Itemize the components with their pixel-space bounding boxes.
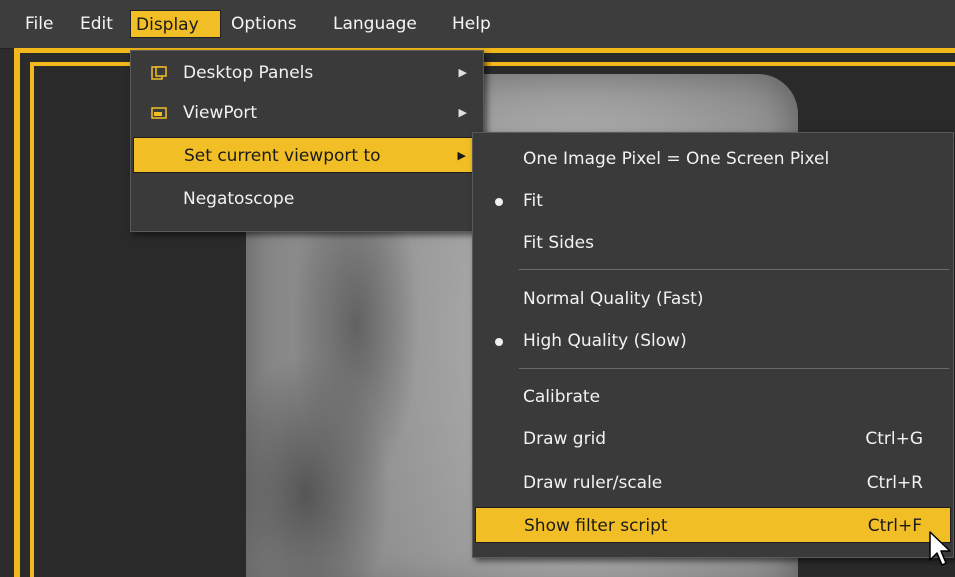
menu-item-label: Negatoscope <box>183 189 295 209</box>
viewport-icon <box>151 107 167 119</box>
submenu-item-label: Calibrate <box>523 387 601 407</box>
submenu-arrow-icon: ▶ <box>458 66 467 79</box>
menu-language[interactable]: Language <box>328 10 422 38</box>
menu-item-desktop-panels[interactable]: Desktop Panels ▶ <box>133 55 481 91</box>
menu-display[interactable]: Display <box>130 10 221 38</box>
submenu-item-label: Draw grid <box>523 429 607 449</box>
submenu-arrow-icon: ▶ <box>458 106 467 119</box>
submenu-item-draw-grid[interactable]: Draw grid Ctrl+G <box>475 421 951 457</box>
menu-item-set-current-viewport[interactable]: Set current viewport to ▶ <box>133 137 481 173</box>
submenu-item-label: One Image Pixel = One Screen Pixel <box>523 149 830 169</box>
submenu-item-label: Draw ruler/scale <box>523 473 663 493</box>
menu-item-negatoscope[interactable]: Negatoscope <box>133 181 481 217</box>
submenu-item-label: Normal Quality (Fast) <box>523 289 704 309</box>
submenu-item-fit[interactable]: Fit <box>475 183 951 219</box>
radio-bullet-icon <box>495 198 503 206</box>
panels-icon <box>151 66 167 80</box>
menu-file[interactable]: File <box>20 10 58 38</box>
submenu-item-high-quality[interactable]: High Quality (Slow) <box>475 323 951 359</box>
viewport-submenu: One Image Pixel = One Screen Pixel Fit F… <box>472 132 954 558</box>
submenu-item-label: Fit <box>523 191 543 211</box>
menu-bar: File Edit Display Options Language Help <box>0 0 955 49</box>
submenu-item-show-filter-script[interactable]: Show filter script Ctrl+F <box>475 507 951 543</box>
submenu-item-label: High Quality (Slow) <box>523 331 687 351</box>
submenu-item-normal-quality[interactable]: Normal Quality (Fast) <box>475 281 951 317</box>
menu-item-label: Set current viewport to <box>184 146 381 166</box>
shortcut-label: Ctrl+R <box>866 473 923 493</box>
submenu-item-label: Show filter script <box>524 516 668 536</box>
submenu-item-fit-sides[interactable]: Fit Sides <box>475 225 951 261</box>
shortcut-label: Ctrl+F <box>867 516 922 536</box>
menu-item-label: ViewPort <box>183 103 258 123</box>
submenu-arrow-icon: ▶ <box>457 149 466 162</box>
display-menu: Desktop Panels ▶ ViewPort ▶ Set current … <box>130 50 484 232</box>
menu-options[interactable]: Options <box>226 10 302 38</box>
submenu-item-label: Fit Sides <box>523 233 594 253</box>
menu-separator <box>519 368 949 369</box>
menu-help[interactable]: Help <box>447 10 496 38</box>
submenu-item-one-to-one[interactable]: One Image Pixel = One Screen Pixel <box>475 141 951 177</box>
radio-bullet-icon <box>495 338 503 346</box>
mouse-cursor-icon <box>929 531 951 566</box>
menu-item-label: Desktop Panels <box>183 63 314 83</box>
shortcut-label: Ctrl+G <box>865 429 923 449</box>
menu-edit[interactable]: Edit <box>75 10 118 38</box>
submenu-item-calibrate[interactable]: Calibrate <box>475 379 951 415</box>
menu-item-viewport[interactable]: ViewPort ▶ <box>133 95 481 131</box>
submenu-item-draw-ruler[interactable]: Draw ruler/scale Ctrl+R <box>475 465 951 501</box>
menu-separator <box>519 269 949 270</box>
